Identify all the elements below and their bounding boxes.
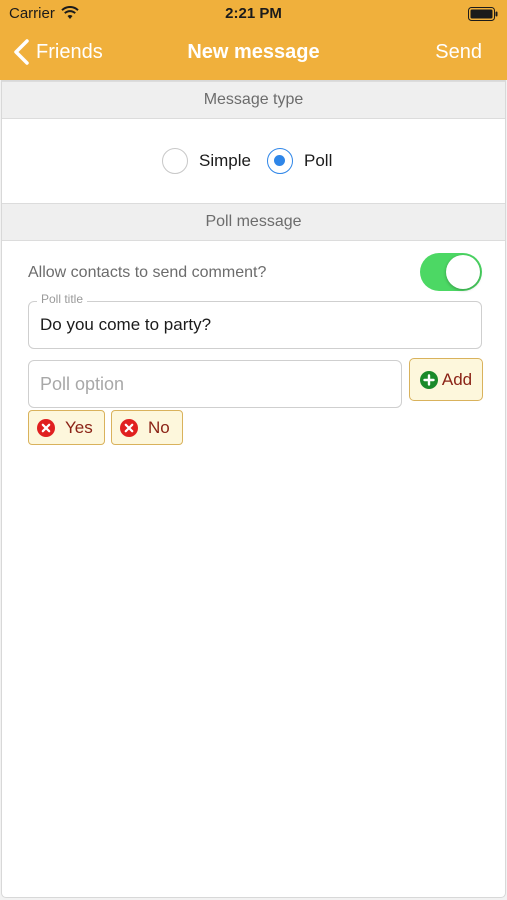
message-type-header: Message type: [2, 81, 505, 119]
add-option-label: Add: [441, 369, 473, 389]
x-circle-icon[interactable]: [37, 418, 55, 437]
poll-title-field[interactable]: Poll title Do you come to party?: [28, 292, 482, 349]
add-option-button[interactable]: Add: [409, 358, 483, 401]
toggle-knob: [446, 255, 480, 289]
allow-comments-toggle[interactable]: [420, 253, 482, 291]
x-circle-icon[interactable]: [120, 418, 138, 437]
radio-poll[interactable]: Poll: [267, 148, 332, 174]
radio-poll-label: Poll: [304, 151, 333, 170]
plus-circle-icon: [419, 370, 438, 389]
status-time: 2:21 PM: [225, 5, 282, 22]
status-bar: Carrier 2:21 PM: [0, 0, 507, 28]
message-type-radio-group: Simple Poll: [2, 136, 505, 186]
radio-poll-circle[interactable]: [267, 148, 293, 174]
poll-option-placeholder: Poll option: [40, 374, 125, 394]
radio-simple-label: Simple: [199, 151, 251, 170]
poll-title-value: Do you come to party?: [40, 315, 212, 334]
message-form: Message type Simple Poll Poll message Al…: [1, 80, 506, 898]
poll-title-legend: Poll title: [37, 292, 88, 306]
radio-simple[interactable]: Simple: [162, 148, 251, 174]
send-button[interactable]: Send: [435, 41, 482, 64]
navigation-bar: Friends New message Send: [0, 32, 507, 74]
poll-option-label: Yes: [65, 417, 93, 437]
poll-option-chip-no[interactable]: No: [111, 410, 183, 445]
page-title: New message: [187, 41, 320, 63]
poll-option-chip-yes[interactable]: Yes: [28, 410, 105, 445]
allow-comments-label: Allow contacts to send comment?: [28, 264, 267, 281]
poll-message-header: Poll message: [2, 203, 505, 241]
poll-option-label: No: [148, 417, 170, 437]
top-bar: Carrier 2:21 PM Friends New message Send: [0, 0, 507, 80]
poll-option-input[interactable]: Poll option: [28, 360, 402, 408]
radio-simple-circle[interactable]: [162, 148, 188, 174]
battery-icon: [468, 7, 498, 21]
